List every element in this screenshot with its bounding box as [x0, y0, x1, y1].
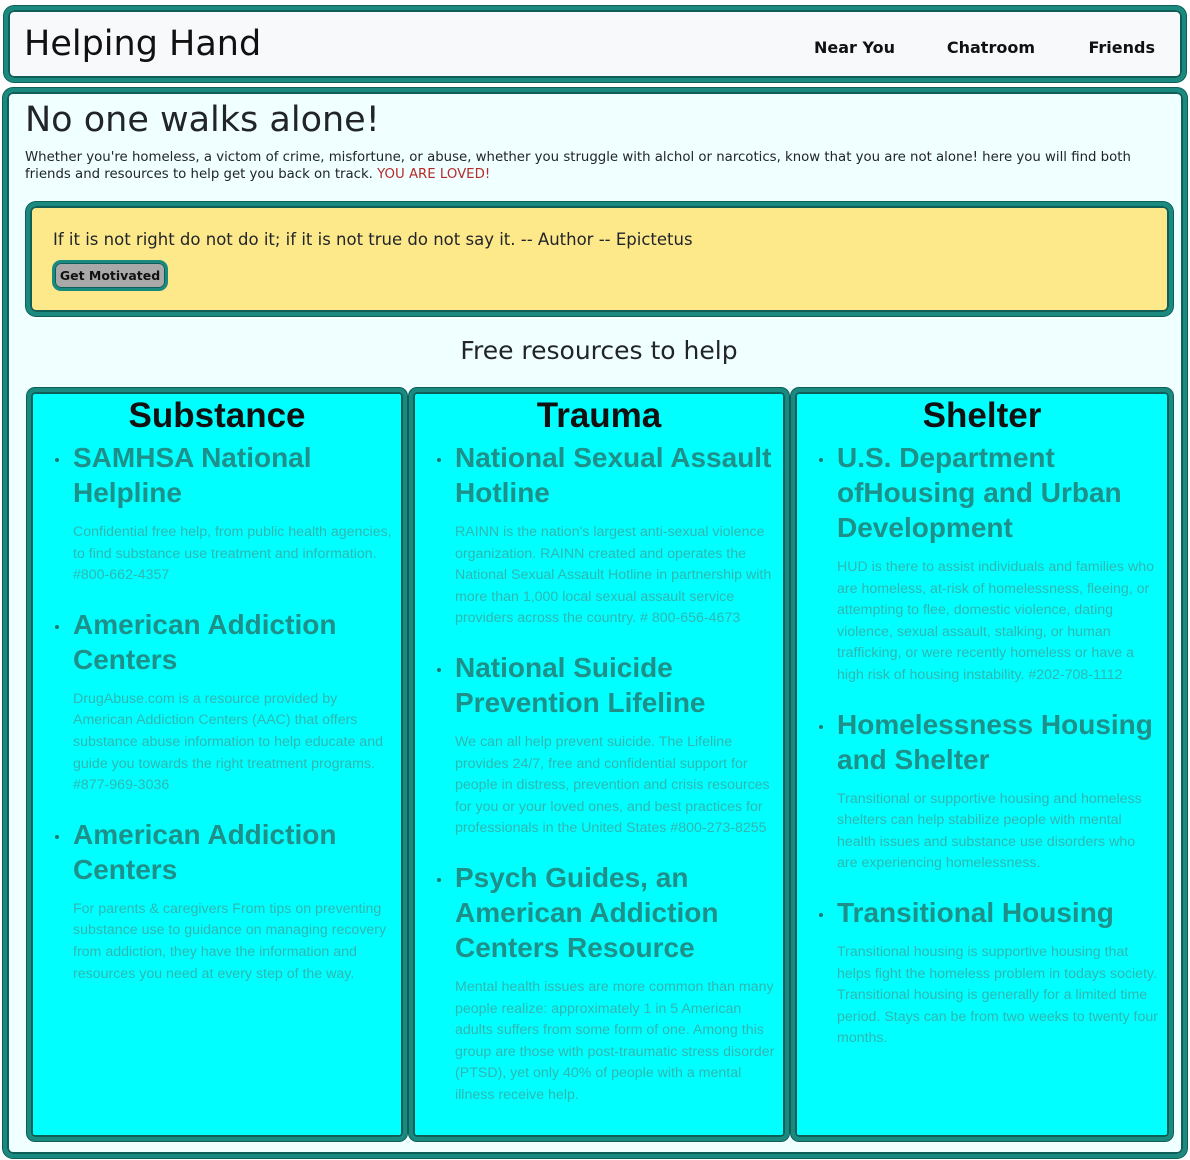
resource-link[interactable]: Psych Guides, an American Addiction Cent… [455, 860, 775, 965]
resource-item: Homelessness Housing and Shelter Transit… [795, 707, 1169, 875]
quote-card: If it is not right do not do it; if it i… [26, 202, 1173, 316]
site-header: Helping Hand Near You Chatroom Friends [4, 6, 1186, 82]
get-motivated-button[interactable]: Get Motivated [52, 260, 168, 291]
bullet-icon [55, 458, 59, 462]
resource-description: DrugAbuse.com is a resource provided by … [73, 690, 383, 794]
resource-item: Transitional Housing Transitional housin… [795, 895, 1169, 1050]
resource-link[interactable]: Transitional Housing [837, 895, 1159, 930]
resource-description: Confidential free help, from public heal… [73, 524, 392, 584]
resource-list: U.S. Department ofHousing and Urban Deve… [795, 440, 1169, 1050]
bullet-icon [55, 624, 59, 629]
column-trauma: Trauma National Sexual Assault Hotline R… [409, 388, 789, 1141]
resource-description: Transitional housing is supportive housi… [837, 943, 1158, 1047]
resource-description: HUD is there to assist individuals and f… [837, 559, 1154, 683]
resource-link[interactable]: American Addiction Centers [73, 817, 393, 887]
resource-item: National Suicide Prevention Lifeline We … [413, 650, 785, 840]
resource-description: We can all help prevent suicide. The Lif… [455, 733, 770, 837]
bullet-icon [437, 877, 441, 882]
resource-link[interactable]: National Suicide Prevention Lifeline [455, 650, 775, 720]
quote-text: If it is not right do not do it; if it i… [53, 230, 693, 249]
intro-body: Whether you're homeless, a victom of cri… [25, 150, 1131, 182]
page-headline: No one walks alone! [25, 100, 380, 140]
resource-description: RAINN is the nation's largest anti-sexua… [455, 524, 772, 627]
resource-item: American Addiction Centers For parents &… [31, 817, 403, 985]
column-shelter: Shelter U.S. Department ofHousing and Ur… [791, 388, 1173, 1141]
resources-heading: Free resources to help [460, 336, 738, 365]
nav-friends[interactable]: Friends [1089, 38, 1156, 57]
intro-text: Whether you're homeless, a victom of cri… [25, 149, 1165, 183]
resource-list: SAMHSA National Helpline Confidential fr… [31, 440, 403, 985]
nav-near-you[interactable]: Near You [814, 38, 895, 57]
resource-item: Psych Guides, an American Addiction Cent… [413, 860, 785, 1107]
resource-link[interactable]: U.S. Department ofHousing and Urban Deve… [837, 440, 1159, 545]
main-content: No one walks alone! Whether you're homel… [3, 88, 1187, 1158]
resource-link[interactable]: National Sexual Assault Hotline [455, 440, 775, 510]
resource-item: U.S. Department ofHousing and Urban Deve… [795, 440, 1169, 687]
site-title: Helping Hand [24, 24, 262, 64]
bullet-icon [819, 458, 823, 462]
bullet-icon [819, 724, 823, 729]
column-title: Shelter [922, 396, 1042, 435]
resource-description: Mental health issues are more common tha… [455, 978, 775, 1103]
resource-item: SAMHSA National Helpline Confidential fr… [31, 440, 403, 587]
column-substance: Substance SAMHSA National Helpline Confi… [27, 388, 407, 1141]
bullet-icon [55, 834, 59, 839]
resource-item: American Addiction Centers DrugAbuse.com… [31, 607, 403, 797]
resource-list: National Sexual Assault Hotline RAINN is… [413, 440, 785, 1107]
bullet-icon [819, 912, 823, 917]
bullet-icon [437, 458, 441, 462]
column-title: Trauma [536, 396, 662, 435]
resource-description: Transitional or supportive housing and h… [837, 790, 1142, 872]
resource-item: National Sexual Assault Hotline RAINN is… [413, 440, 785, 630]
bullet-icon [437, 667, 441, 672]
nav-chatroom[interactable]: Chatroom [947, 38, 1035, 57]
you-are-loved-text: YOU ARE LOVED! [377, 167, 491, 182]
resource-link[interactable]: American Addiction Centers [73, 607, 393, 677]
resource-link[interactable]: SAMHSA National Helpline [73, 440, 393, 510]
resource-link[interactable]: Homelessness Housing and Shelter [837, 707, 1159, 777]
column-title: Substance [128, 396, 306, 435]
resource-description: For parents & caregivers From tips on pr… [73, 900, 387, 982]
